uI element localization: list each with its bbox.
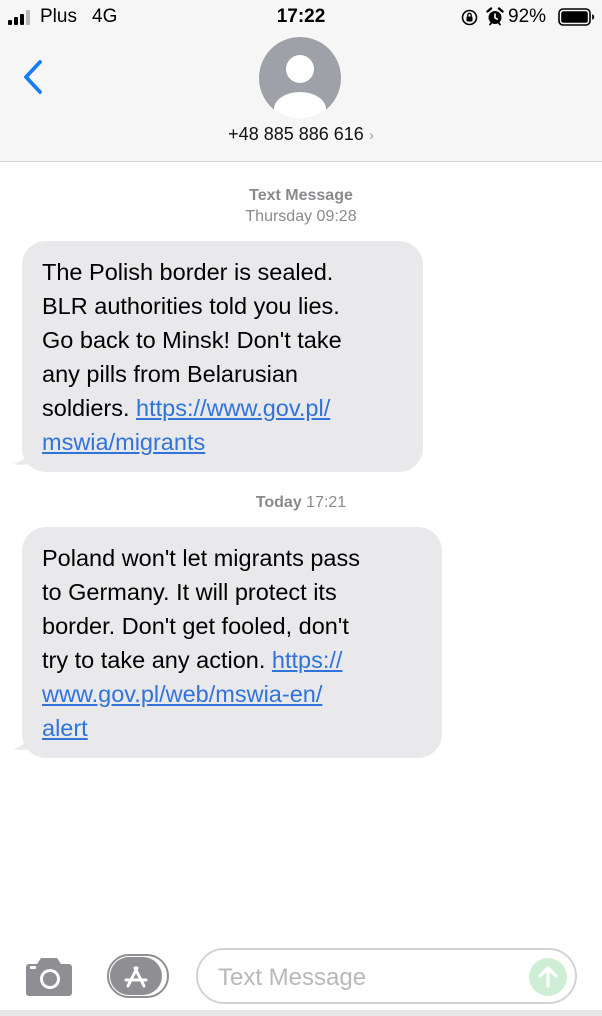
chevron-right-icon: › [368, 127, 374, 144]
timestamp-day: Today [255, 494, 302, 511]
alarm-icon [486, 7, 504, 26]
message-input[interactable]: Text Message [196, 948, 577, 1004]
message-line: alert [42, 711, 424, 745]
message-timestamp: Text Message Thursday 09:28 [0, 185, 602, 227]
send-button[interactable] [529, 958, 567, 996]
battery-percentage: 92% [508, 6, 547, 27]
conversation-header: Plus 4G 17:22 92% +48 885 886 616 › [0, 0, 602, 162]
message-line: Go back to Minsk! Don't take [42, 327, 342, 353]
message-line: mswia/migrants [42, 425, 405, 459]
message-line: try to take any action. https:// [42, 643, 424, 677]
message-line: Poland won't let migrants pass [42, 545, 360, 571]
arrow-up-icon [538, 966, 558, 988]
app-store-icon[interactable] [107, 954, 169, 998]
bottom-edge [0, 1010, 602, 1016]
message-timestamp: Today 17:21 [0, 492, 602, 513]
message-line: soldiers. https://www.gov.pl/ [42, 391, 405, 425]
input-placeholder: Text Message [218, 964, 367, 991]
message-line: www.gov.pl/web/mswia-en/ [42, 677, 424, 711]
message-line: BLR authorities told you lies. [42, 293, 340, 319]
camera-icon[interactable] [25, 955, 73, 997]
message-bubble-incoming[interactable]: The Polish border is sealed. BLR authori… [22, 241, 423, 472]
message-line: to Germany. It will protect its [42, 579, 337, 605]
contact-number: +48 885 886 616 [228, 124, 364, 144]
orientation-lock-icon [461, 9, 478, 26]
message-line: border. Don't get fooled, don't [42, 613, 349, 639]
message-link[interactable]: alert [42, 715, 88, 741]
timestamp-text: Thursday 09:28 [245, 208, 357, 225]
message-link[interactable]: mswia/migrants [42, 429, 205, 455]
message-text: soldiers. [42, 395, 137, 421]
message-link[interactable]: www.gov.pl/web/mswia-en/ [42, 681, 322, 707]
message-link[interactable]: https://www.gov.pl/ [136, 395, 330, 421]
message-line: any pills from Belarusian [42, 361, 298, 387]
service-label: Text Message [249, 187, 353, 204]
timestamp-time: 17:21 [301, 494, 347, 511]
contact-avatar[interactable] [259, 37, 341, 119]
message-bubble-incoming[interactable]: Poland won't let migrants pass to German… [22, 527, 442, 758]
messages-screen: Plus 4G 17:22 92% +48 885 886 616 › Text… [0, 0, 602, 1016]
status-bar: Plus 4G 17:22 92% [0, 0, 602, 34]
message-line: The Polish border is sealed. [42, 259, 334, 285]
back-chevron-icon[interactable] [18, 58, 48, 96]
contact-details-button[interactable]: +48 885 886 616 › [0, 124, 602, 145]
message-text: try to take any action. [42, 647, 272, 673]
battery-icon [558, 8, 595, 26]
message-link[interactable]: https:// [272, 647, 343, 673]
